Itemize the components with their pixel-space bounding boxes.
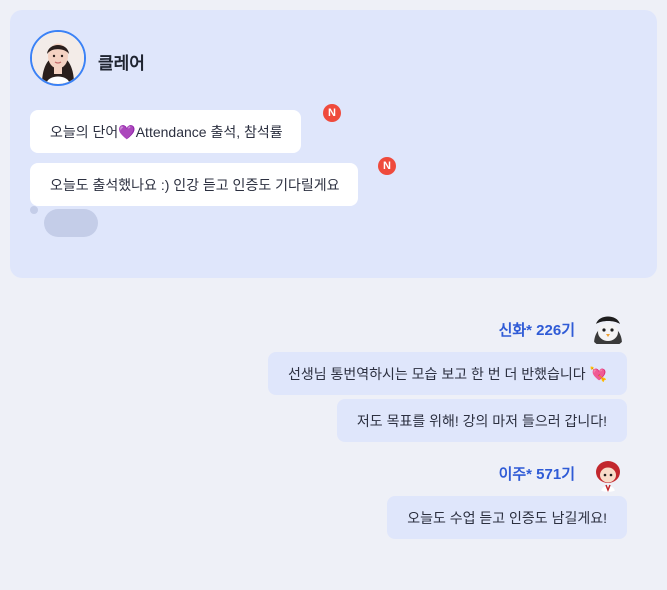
student-name: 이주* 571기 — [498, 466, 575, 483]
teacher-message-text: 오늘도 출석했나요 :) 인강 듣고 인증도 기다릴게요 — [50, 176, 340, 193]
new-badge: N — [378, 157, 396, 175]
student-message-text: 저도 목표를 위해! 강의 마저 들으러 갑니다! — [356, 412, 607, 429]
typing-indicator-bubble — [44, 209, 98, 237]
teacher-avatar-image — [32, 32, 84, 84]
student-message-text: 선생님 통번역하시는 모습 보고 한 번 더 반했습니다 💘 — [287, 365, 607, 382]
student-message-text: 오늘도 수업 듣고 인증도 남길게요! — [407, 509, 607, 526]
teacher-message-bubble: 오늘의 단어💜Attendance 출석, 참석률 — [30, 110, 301, 153]
new-badge: N — [323, 104, 341, 122]
student-message-bubble: 저도 목표를 위해! 강의 마저 들으러 갑니다! — [336, 399, 627, 442]
student-avatar — [589, 310, 627, 348]
typing-indicator-dot — [30, 206, 38, 214]
teacher-message-bubble: 오늘도 출석했나요 :) 인강 듣고 인증도 기다릴게요 — [30, 163, 358, 206]
student-avatar — [589, 454, 627, 492]
red-hair-character-icon — [589, 454, 627, 492]
teacher-name: 클레어 — [98, 54, 145, 73]
teacher-message-text: 오늘의 단어💜Attendance 출석, 참석률 — [50, 123, 283, 140]
student-message-bubble: 오늘도 수업 듣고 인증도 남길게요! — [387, 496, 627, 539]
student-message-bubble: 선생님 통번역하시는 모습 보고 한 번 더 반했습니다 💘 — [267, 352, 627, 395]
teacher-avatar — [30, 30, 86, 86]
penguin-character-icon — [589, 310, 627, 348]
student-name: 신화* 226기 — [498, 322, 575, 339]
